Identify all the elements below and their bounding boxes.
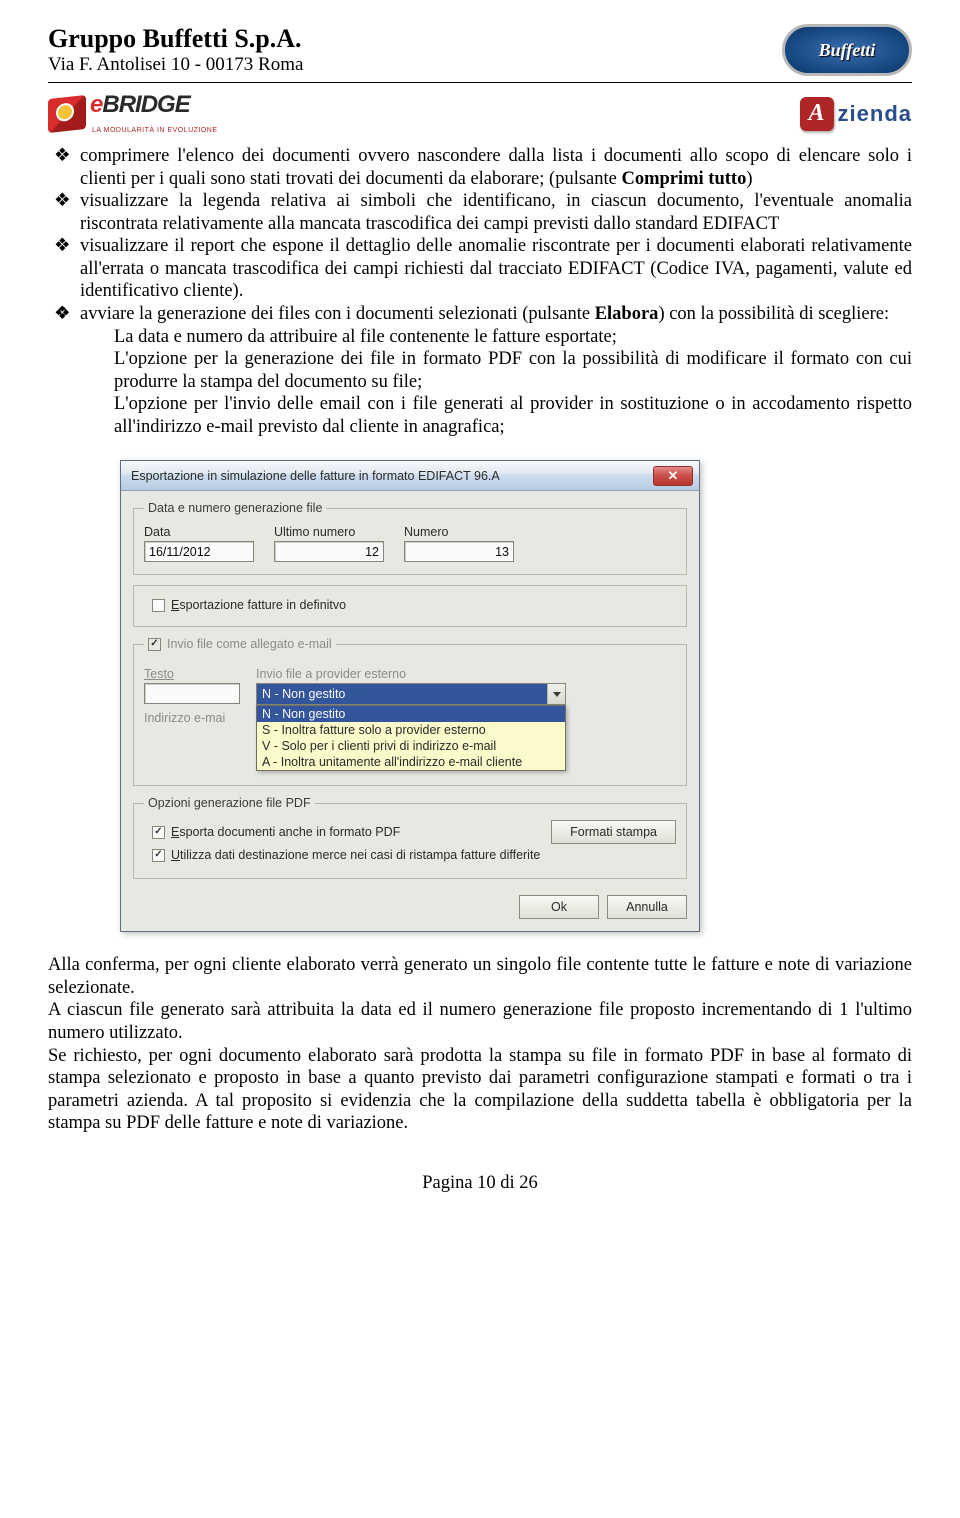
bullet-item: avviare la generazione dei files con i d… [80, 303, 912, 438]
utilizza-dati-checkbox[interactable] [152, 849, 165, 862]
bullet-item: visualizzare la legenda relativa ai simb… [80, 190, 912, 235]
esportazione-definitivo-checkbox[interactable] [152, 599, 165, 612]
esportazione-definitivo-label: Esportazione fatture in definitvo [171, 598, 346, 612]
group-legend: Invio file come allegato e-mail [167, 637, 332, 651]
esporta-pdf-label: Esporta documenti anche in formato PDF [171, 825, 400, 839]
esporta-pdf-checkbox[interactable] [152, 826, 165, 839]
group-pdf: Opzioni generazione file PDF Esporta doc… [133, 796, 687, 879]
page-header: Gruppo Buffetti S.p.A. Via F. Antolisei … [48, 24, 912, 83]
provider-dropdown: N - Non gestito S - Inoltra fatture solo… [256, 705, 566, 771]
utilizza-dati-label: Utilizza dati destinazione merce nei cas… [171, 848, 540, 862]
provider-combo-value: N - Non gestito [257, 684, 547, 704]
bullet-list: comprimere l'elenco dei documenti ovvero… [48, 145, 912, 438]
chevron-down-icon [547, 684, 565, 704]
numero-input[interactable] [404, 541, 514, 562]
ok-button[interactable]: Ok [519, 895, 599, 919]
group-data-numero: Data e numero generazione file Data Ulti… [133, 501, 687, 575]
body-paragraphs: Alla conferma, per ogni cliente elaborat… [48, 954, 912, 1135]
close-button[interactable]: ✕ [653, 466, 693, 486]
ultimo-numero-input[interactable] [274, 541, 384, 562]
data-label: Data [144, 525, 254, 539]
paragraph: A ciascun file generato sarà attribuita … [48, 999, 912, 1044]
formati-stampa-button[interactable]: Formati stampa [551, 820, 676, 844]
ebridge-logo: eBRIDGE LA MODULARITÀ IN EVOLUZIONE [48, 91, 218, 137]
group-legend: Data e numero generazione file [144, 501, 326, 515]
provider-combo[interactable]: N - Non gestito [256, 683, 566, 705]
combo-label: Invio file a provider esterno [256, 667, 566, 681]
dialog-title: Esportazione in simulazione delle fattur… [131, 469, 500, 483]
sub-bullet-item: L'opzione per la generazione dei file in… [114, 348, 912, 393]
group-legend: Opzioni generazione file PDF [144, 796, 315, 810]
company-address: Via F. Antolisei 10 - 00173 Roma [48, 54, 303, 76]
dropdown-option[interactable]: V - Solo per i clienti privi di indirizz… [257, 738, 565, 754]
close-icon: ✕ [668, 468, 679, 484]
buffetti-logo: Buffetti [782, 24, 912, 76]
invio-email-checkbox[interactable] [148, 638, 161, 651]
numero-label: Numero [404, 525, 514, 539]
ebridge-cube-icon [48, 95, 86, 133]
company-name: Gruppo Buffetti S.p.A. [48, 24, 303, 54]
dropdown-option[interactable]: N - Non gestito [257, 706, 565, 722]
dialog-screenshot: Esportazione in simulazione delle fattur… [120, 460, 700, 932]
paragraph: Se richiesto, per ogni documento elabora… [48, 1045, 912, 1135]
ultimo-numero-label: Ultimo numero [274, 525, 384, 539]
testo-input[interactable] [144, 683, 240, 704]
testo-label: Testo [144, 667, 240, 681]
azienda-logo: zienda [800, 97, 912, 131]
data-input[interactable] [144, 541, 254, 562]
cancel-button[interactable]: Annulla [607, 895, 687, 919]
dropdown-option[interactable]: S - Inoltra fatture solo a provider este… [257, 722, 565, 738]
dropdown-option[interactable]: A - Inoltra unitamente all'indirizzo e-m… [257, 754, 565, 770]
azienda-a-icon [800, 97, 834, 131]
sub-bullet-item: La data e numero da attribuire al file c… [114, 326, 912, 349]
bullet-item: comprimere l'elenco dei documenti ovvero… [80, 145, 912, 190]
dialog-titlebar: Esportazione in simulazione delle fattur… [121, 461, 699, 491]
page-footer: Pagina 10 di 26 [48, 1173, 912, 1194]
group-esportazione-def: Esportazione fatture in definitvo [133, 585, 687, 627]
group-invio-email: Invio file come allegato e-mail Testo In… [133, 637, 687, 786]
bullet-item: visualizzare il report che espone il det… [80, 235, 912, 303]
sub-bullet-item: L'opzione per l'invio delle email con i … [114, 393, 912, 438]
paragraph: Alla conferma, per ogni cliente elaborat… [48, 954, 912, 999]
